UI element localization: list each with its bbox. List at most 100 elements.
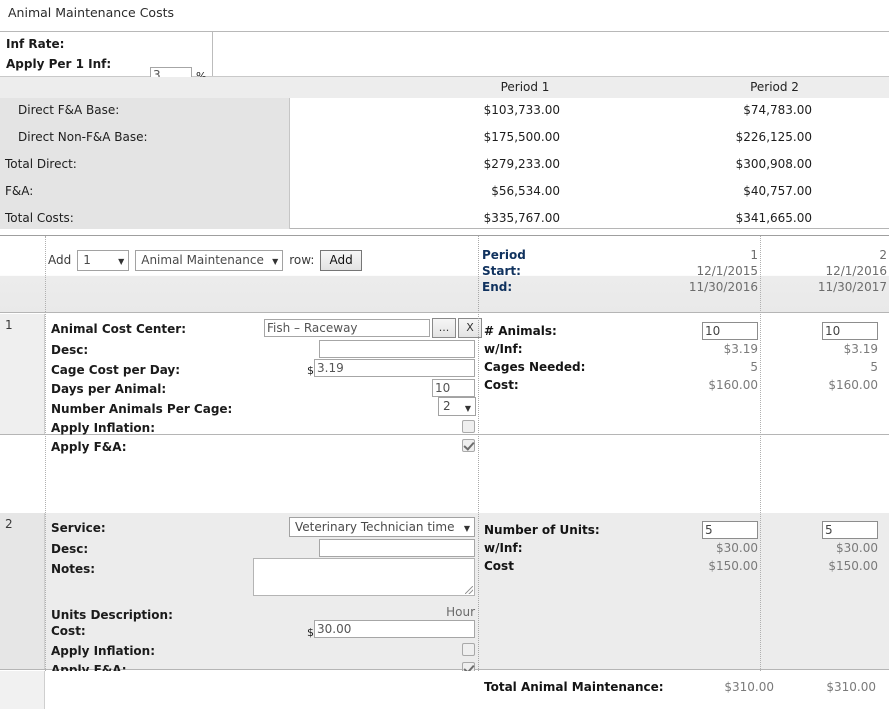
service-select[interactable]: Veterinary Technician time [289, 517, 475, 537]
with-inflation-label: w/Inf: [484, 541, 523, 555]
cost-input[interactable]: 30.00 [314, 620, 475, 638]
gutter-divider [45, 236, 46, 312]
summary-row-label: Direct F&A Base: [18, 103, 119, 117]
summary-row-p1: $335,767.00 [300, 211, 560, 225]
inflation-panel: Inf Rate: Apply Per 1 Inf: 3 % [0, 31, 889, 77]
summary-row-p1: $103,733.00 [300, 103, 560, 117]
row-label: row: [289, 253, 314, 267]
num-animals-input-p2[interactable]: 10 [822, 322, 878, 340]
summary-row-total-direct: Total Direct: $279,233.00 $300,908.00 [0, 152, 889, 178]
summary-row-label: Total Direct: [5, 157, 77, 171]
with-inflation-p1: $3.19 [614, 342, 758, 356]
summary-row-fa: F&A: $56,534.00 $40,757.00 [0, 179, 889, 205]
summary-row-direct-non-fa-base: Direct Non-F&A Base: $175,500.00 $226,12… [0, 125, 889, 151]
summary-row-p2: $300,908.00 [560, 157, 812, 171]
cost-row: Cost: $160.00 $160.00 [484, 378, 884, 396]
period-column-divider [760, 236, 761, 709]
total-animal-maintenance-p1: $310.00 [610, 680, 774, 694]
desc-input[interactable] [319, 340, 475, 358]
animal-cost-center-lookup-button[interactable]: ... [432, 318, 456, 338]
with-inflation-row: w/Inf: $30.00 $30.00 [484, 541, 884, 559]
currency-symbol: $ [307, 364, 314, 377]
cages-needed-p2: 5 [760, 360, 878, 374]
animal-cost-center-label: Animal Cost Center: [51, 322, 186, 336]
cage-cost-per-day-label: Cage Cost per Day: [51, 363, 180, 377]
item-row-2: 2 Service: Veterinary Technician time De… [0, 513, 889, 670]
summary-row-p1: $56,534.00 [300, 184, 560, 198]
number-of-units-input-p2[interactable]: 5 [822, 521, 878, 539]
notes-textarea[interactable] [253, 558, 475, 596]
cost-p1: $160.00 [614, 378, 758, 392]
desc-label: Desc: [51, 542, 88, 556]
add-prefix-label: Add [48, 253, 71, 267]
cost-row: Cost $150.00 $150.00 [484, 559, 884, 577]
summary-row-p2: $226,125.00 [560, 130, 812, 144]
summary-row-label: Direct Non-F&A Base: [18, 130, 148, 144]
summary-row-total-costs: Total Costs: $335,767.00 $341,665.00 [0, 206, 889, 232]
add-button[interactable]: Add [320, 250, 361, 271]
animal-cost-center-input[interactable]: Fish – Raceway [264, 319, 430, 337]
period-start-2: 12/1/2016 [767, 264, 887, 278]
num-animals-row: # Animals: 10 10 [484, 324, 884, 342]
apply-inflation-label: Apply Inflation: [51, 421, 155, 435]
apply-per-inf-row: Apply Per 1 Inf: [6, 54, 111, 75]
gutter-divider [45, 314, 46, 709]
days-per-animal-label: Days per Animal: [51, 382, 166, 396]
number-of-units-row: Number of Units: 5 5 [484, 523, 884, 541]
apply-fa-checkbox[interactable] [462, 439, 475, 452]
summary-row-p1: $279,233.00 [300, 157, 560, 171]
cost-summary-table: Period 1 Period 2 Direct F&A Base: $103,… [0, 77, 889, 229]
add-count-select[interactable]: 1 [77, 250, 129, 271]
period-end-1: 11/30/2016 [632, 280, 758, 294]
desc-input[interactable] [319, 539, 475, 557]
inf-rate-row: Inf Rate: [6, 34, 64, 55]
animal-maintenance-costs-page: Animal Maintenance Costs Inf Rate: Apply… [0, 0, 889, 709]
with-inflation-p2: $30.00 [760, 541, 878, 555]
num-animals-input-p1[interactable]: 10 [702, 322, 758, 340]
period-number-2: 2 [767, 248, 887, 262]
cage-cost-per-day-input[interactable]: 3.19 [314, 359, 475, 377]
number-of-units-input-p1[interactable]: 5 [702, 521, 758, 539]
period-end-2: 11/30/2017 [767, 280, 887, 294]
summary-header-period-2: Period 2 [660, 80, 889, 94]
page-title: Animal Maintenance Costs [8, 5, 174, 20]
inf-rate-label: Inf Rate: [6, 37, 64, 51]
apply-inflation-label: Apply Inflation: [51, 644, 155, 658]
cages-needed-label: Cages Needed: [484, 360, 585, 374]
summary-row-p2: $341,665.00 [560, 211, 812, 225]
number-of-units-label: Number of Units: [484, 523, 600, 537]
row-gutter [0, 513, 45, 669]
apply-inflation-checkbox[interactable] [462, 420, 475, 433]
service-label: Service: [51, 521, 106, 535]
summary-row-p1: $175,500.00 [300, 130, 560, 144]
apply-per-inf-label: Apply Per 1 Inf: [6, 57, 111, 71]
with-inflation-p2: $3.19 [760, 342, 878, 356]
row-gutter [0, 314, 45, 434]
item-2-period-values: Number of Units: 5 5 w/Inf: $30.00 $30.0… [484, 523, 884, 577]
number-animals-per-cage-select[interactable]: 2 [438, 397, 476, 416]
with-inflation-row: w/Inf: $3.19 $3.19 [484, 342, 884, 360]
summary-row-p2: $40,757.00 [560, 184, 812, 198]
cost-label: Cost [484, 559, 514, 573]
summary-row-label: F&A: [5, 184, 33, 198]
cost-p2: $150.00 [760, 559, 878, 573]
add-row-toolbar: Add 1 Animal Maintenance row: Add Period… [0, 236, 889, 313]
period-number-1: 1 [632, 248, 758, 262]
days-per-animal-input[interactable]: 10 [432, 379, 475, 397]
row-number: 2 [5, 517, 13, 531]
summary-row-label: Total Costs: [5, 211, 74, 225]
num-animals-label: # Animals: [484, 324, 557, 338]
totals-gutter [0, 671, 45, 709]
currency-symbol: $ [307, 626, 314, 639]
units-description-label: Units Description: [51, 608, 173, 622]
summary-row-p2: $74,783.00 [560, 103, 812, 117]
period-start-label: Start: [482, 264, 521, 278]
apply-inflation-checkbox[interactable] [462, 643, 475, 656]
with-inflation-p1: $30.00 [614, 541, 758, 555]
period-start-1: 12/1/2015 [632, 264, 758, 278]
item-1-period-values: # Animals: 10 10 w/Inf: $3.19 $3.19 Cage… [484, 324, 884, 396]
totals-row: Total Animal Maintenance: $310.00 $310.0… [0, 671, 889, 709]
add-kind-select[interactable]: Animal Maintenance [135, 250, 283, 271]
notes-label: Notes: [51, 562, 95, 576]
period-end-label: End: [482, 280, 512, 294]
